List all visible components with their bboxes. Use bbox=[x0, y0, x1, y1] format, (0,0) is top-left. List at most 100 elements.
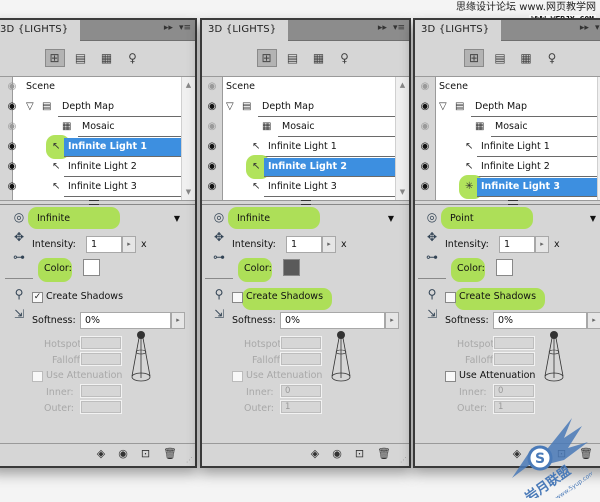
panel-menu-icon[interactable]: ▾≡ bbox=[179, 23, 191, 33]
toggle-ground-plane-icon[interactable]: ◈ bbox=[311, 447, 319, 460]
inner-input[interactable]: 0 bbox=[280, 384, 322, 398]
panel-menu-icon[interactable]: ▾≡ bbox=[393, 23, 405, 33]
intensity-slider-button[interactable]: ▸ bbox=[122, 236, 136, 253]
toggle-ground-plane-icon[interactable]: ◈ bbox=[97, 447, 105, 460]
create-shadows-checkbox[interactable] bbox=[232, 292, 243, 303]
scene-item[interactable]: ◉ Scene bbox=[202, 77, 395, 97]
mesh-filter-button[interactable]: ▤ bbox=[490, 49, 510, 67]
intensity-input[interactable]: 1 bbox=[286, 236, 322, 253]
material-filter-button[interactable]: ▦ bbox=[97, 49, 117, 67]
falloff-input[interactable] bbox=[280, 352, 322, 366]
scene-filter-button[interactable]: ⊞ bbox=[256, 48, 277, 67]
softness-input[interactable]: 0% bbox=[80, 312, 171, 329]
light-type-select[interactable]: Infinite ▼ bbox=[232, 210, 399, 227]
scene-item[interactable]: ◉ Scene bbox=[415, 77, 597, 97]
light-color-swatch[interactable] bbox=[83, 259, 100, 276]
light-filter-button[interactable]: ♀ bbox=[335, 49, 355, 67]
intensity-input[interactable]: 1 bbox=[86, 236, 122, 253]
visibility-eye-icon[interactable]: ◉ bbox=[5, 80, 19, 94]
scene-item[interactable]: ◉ ▽ ▤ Depth Map bbox=[0, 97, 181, 117]
splitter-grip-icon[interactable] bbox=[88, 200, 99, 205]
hotspot-input[interactable] bbox=[80, 336, 122, 350]
scene-scrollbar[interactable]: ▲ ▼ bbox=[395, 77, 409, 200]
scene-item[interactable]: ◉ ↖ Infinite Light 2 bbox=[0, 157, 181, 177]
visibility-eye-icon[interactable]: ◉ bbox=[418, 180, 432, 194]
expand-triangle-icon[interactable]: ▽ bbox=[226, 97, 234, 117]
inner-input[interactable]: 0 bbox=[493, 384, 535, 398]
mesh-filter-button[interactable]: ▤ bbox=[283, 49, 303, 67]
light-filter-button[interactable]: ♀ bbox=[123, 49, 143, 67]
point-at-origin-tool[interactable]: ⚲ bbox=[2, 287, 36, 307]
scene-item[interactable]: ◉ ✳ Infinite Light 3 bbox=[415, 175, 597, 199]
softness-input[interactable]: 0% bbox=[280, 312, 385, 329]
scene-item[interactable]: ◉ ↖ Infinite Light 2 bbox=[415, 157, 597, 177]
material-filter-button[interactable]: ▦ bbox=[309, 49, 329, 67]
softness-slider-button[interactable]: ▸ bbox=[385, 312, 399, 329]
expand-triangle-icon[interactable]: ▽ bbox=[26, 97, 34, 117]
collapse-icon[interactable]: ▸▸ bbox=[580, 23, 589, 33]
scene-item[interactable]: ◉ ↖ Infinite Light 2 bbox=[202, 155, 395, 179]
scene-item[interactable]: ◉ ↖ Infinite Light 1 bbox=[202, 137, 395, 157]
visibility-eye-icon[interactable]: ◉ bbox=[418, 120, 432, 134]
light-filter-button[interactable]: ♀ bbox=[542, 49, 562, 67]
falloff-input[interactable] bbox=[493, 352, 535, 366]
point-at-origin-tool[interactable]: ⚲ bbox=[202, 287, 236, 307]
visibility-eye-icon[interactable]: ◉ bbox=[5, 160, 19, 174]
splitter-grip-icon[interactable] bbox=[300, 200, 311, 205]
new-light-icon[interactable]: ⊡ bbox=[355, 447, 364, 460]
visibility-eye-icon[interactable]: ◉ bbox=[205, 160, 219, 174]
intensity-input[interactable]: 1 bbox=[499, 236, 535, 253]
visibility-eye-icon[interactable]: ◉ bbox=[205, 140, 219, 154]
use-attenuation-checkbox[interactable] bbox=[232, 371, 243, 382]
intensity-slider-button[interactable]: ▸ bbox=[535, 236, 549, 253]
scroll-up-icon[interactable]: ▲ bbox=[396, 81, 409, 89]
scene-item[interactable]: ◉ ↖ Infinite Light 1 bbox=[415, 137, 597, 157]
scene-item[interactable]: ◉ ↖ Infinite Light 3 bbox=[0, 177, 181, 197]
visibility-eye-icon[interactable]: ◉ bbox=[418, 100, 432, 114]
scene-item[interactable]: ◉ ↖ Infinite Light 3 bbox=[202, 177, 395, 197]
scene-item[interactable]: ◉ ▦ Mosaic bbox=[415, 117, 597, 137]
softness-input[interactable]: 0% bbox=[493, 312, 587, 329]
softness-slider-button[interactable]: ▸ bbox=[171, 312, 185, 329]
create-shadows-checkbox[interactable] bbox=[445, 292, 456, 303]
visibility-eye-icon[interactable]: ◉ bbox=[205, 80, 219, 94]
resize-grip-icon[interactable]: ⋰ bbox=[400, 456, 407, 464]
use-attenuation-checkbox[interactable] bbox=[32, 371, 43, 382]
collapse-icon[interactable]: ▸▸ bbox=[378, 23, 387, 33]
delete-icon[interactable]: 🗑 bbox=[377, 447, 391, 460]
visibility-eye-icon[interactable]: ◉ bbox=[418, 160, 432, 174]
expand-triangle-icon[interactable]: ▽ bbox=[439, 97, 447, 117]
pan-light-tool[interactable]: ✥ bbox=[2, 230, 36, 250]
scene-item[interactable]: ◉ ▦ Mosaic bbox=[202, 117, 395, 137]
use-attenuation-checkbox[interactable] bbox=[445, 371, 456, 382]
move-to-view-tool[interactable]: ⇲ bbox=[415, 307, 449, 327]
light-color-swatch[interactable] bbox=[496, 259, 513, 276]
light-color-swatch[interactable] bbox=[283, 259, 300, 276]
point-at-origin-tool[interactable]: ⚲ bbox=[415, 287, 449, 307]
visibility-eye-icon[interactable]: ◉ bbox=[5, 100, 19, 114]
resize-grip-icon[interactable]: ⋰ bbox=[186, 456, 193, 464]
softness-slider-button[interactable]: ▸ bbox=[587, 312, 600, 329]
splitter-grip-icon[interactable] bbox=[508, 200, 518, 205]
panel-splitter[interactable] bbox=[415, 200, 600, 205]
outer-input[interactable]: 1 bbox=[280, 400, 322, 414]
visibility-eye-icon[interactable]: ◉ bbox=[5, 140, 19, 154]
visibility-eye-icon[interactable]: ◉ bbox=[418, 140, 432, 154]
falloff-input[interactable] bbox=[80, 352, 122, 366]
delete-icon[interactable]: 🗑 bbox=[163, 447, 177, 460]
outer-input[interactable] bbox=[80, 400, 122, 414]
slide-light-tool[interactable]: ⊶ bbox=[415, 250, 449, 270]
collapse-icon[interactable]: ▸▸ bbox=[164, 23, 173, 33]
panel-splitter[interactable] bbox=[202, 200, 409, 205]
scene-item[interactable]: ◉ Scene bbox=[0, 77, 181, 97]
visibility-eye-icon[interactable]: ◉ bbox=[418, 80, 432, 94]
toggle-lights-icon[interactable]: ◉ bbox=[332, 447, 342, 460]
slide-light-tool[interactable]: ⊶ bbox=[2, 250, 36, 270]
slide-light-tool[interactable]: ⊶ bbox=[202, 250, 236, 270]
panel-menu-icon[interactable]: ▾≡ bbox=[595, 23, 600, 33]
hotspot-input[interactable] bbox=[280, 336, 322, 350]
create-shadows-checkbox[interactable]: ✓ bbox=[32, 292, 43, 303]
intensity-slider-button[interactable]: ▸ bbox=[322, 236, 336, 253]
move-to-view-tool[interactable]: ⇲ bbox=[202, 307, 236, 327]
visibility-eye-icon[interactable]: ◉ bbox=[5, 180, 19, 194]
